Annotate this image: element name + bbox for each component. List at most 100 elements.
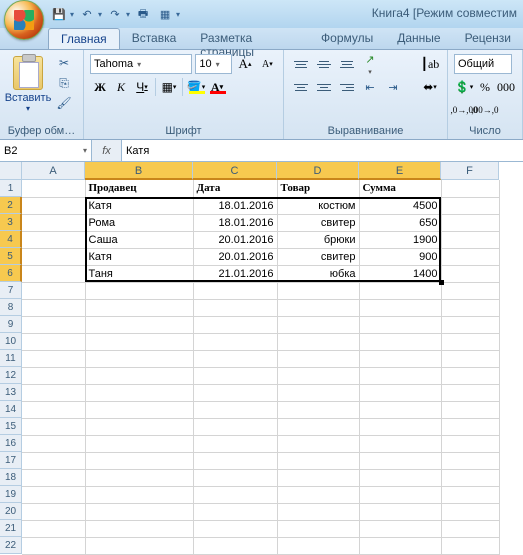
cell-F15[interactable] [441, 418, 499, 435]
cell-A2[interactable] [22, 197, 85, 214]
cell-E15[interactable] [359, 418, 441, 435]
cell-A5[interactable] [22, 248, 85, 265]
cell-F1[interactable] [441, 180, 499, 197]
cell-F18[interactable] [441, 469, 499, 486]
cell-D22[interactable] [277, 537, 359, 554]
row-header-3[interactable]: 3 [0, 214, 22, 231]
cell-B12[interactable] [85, 367, 193, 384]
cell-D8[interactable] [277, 299, 359, 316]
cell-F17[interactable] [441, 452, 499, 469]
row-header-7[interactable]: 7 [0, 282, 22, 299]
cell-A11[interactable] [22, 350, 85, 367]
tab-home[interactable]: Главная [48, 28, 120, 49]
cell-A15[interactable] [22, 418, 85, 435]
cell-F10[interactable] [441, 333, 499, 350]
number-format-combo[interactable]: Общий [454, 54, 512, 74]
cell-C18[interactable] [193, 469, 277, 486]
cell-F13[interactable] [441, 384, 499, 401]
cell-C3[interactable]: 18.01.2016 [193, 214, 277, 231]
row-header-19[interactable]: 19 [0, 486, 22, 503]
cell-C11[interactable] [193, 350, 277, 367]
cell-F7[interactable] [441, 282, 499, 299]
tab-layout[interactable]: Разметка страницы [188, 28, 309, 49]
cell-F19[interactable] [441, 486, 499, 503]
cell-A20[interactable] [22, 503, 85, 520]
cell-E6[interactable]: 1400 [359, 265, 441, 282]
align-right-icon[interactable] [336, 77, 358, 97]
wrap-text-icon[interactable]: ┃ab [416, 54, 444, 74]
cell-A8[interactable] [22, 299, 85, 316]
align-top-icon[interactable] [290, 54, 312, 74]
merge-center-icon[interactable]: ⬌▾ [416, 77, 444, 97]
cell-E10[interactable] [359, 333, 441, 350]
formula-bar[interactable]: Катя [122, 140, 523, 161]
row-header-4[interactable]: 4 [0, 231, 22, 248]
row-header-5[interactable]: 5 [0, 248, 22, 265]
cell-D2[interactable]: костюм [277, 197, 359, 214]
underline-button[interactable]: Ч▾ [132, 77, 152, 97]
cell-B16[interactable] [85, 435, 193, 452]
align-middle-icon[interactable] [313, 54, 335, 74]
increase-indent-icon[interactable]: ⇥ [382, 77, 404, 97]
cell-F5[interactable] [441, 248, 499, 265]
cell-A14[interactable] [22, 401, 85, 418]
cell-C10[interactable] [193, 333, 277, 350]
cell-D3[interactable]: свитер [277, 214, 359, 231]
row-header-1[interactable]: 1 [0, 180, 22, 197]
cell-A22[interactable] [22, 537, 85, 554]
cell-B19[interactable] [85, 486, 193, 503]
cell-E9[interactable] [359, 316, 441, 333]
row-header-12[interactable]: 12 [0, 367, 22, 384]
cell-A4[interactable] [22, 231, 85, 248]
cell-A3[interactable] [22, 214, 85, 231]
cell-F11[interactable] [441, 350, 499, 367]
align-bottom-icon[interactable] [336, 54, 358, 74]
cell-B14[interactable] [85, 401, 193, 418]
cell-E19[interactable] [359, 486, 441, 503]
cell-E8[interactable] [359, 299, 441, 316]
col-header-B[interactable]: B [85, 162, 193, 180]
cell-E20[interactable] [359, 503, 441, 520]
cell-B2[interactable]: Катя [85, 197, 193, 214]
shrink-font-icon[interactable]: A▾ [258, 54, 277, 74]
cell-C20[interactable] [193, 503, 277, 520]
row-header-17[interactable]: 17 [0, 452, 22, 469]
cell-A7[interactable] [22, 282, 85, 299]
col-header-A[interactable]: A [22, 162, 85, 180]
cell-D12[interactable] [277, 367, 359, 384]
row-header-13[interactable]: 13 [0, 384, 22, 401]
cell-C22[interactable] [193, 537, 277, 554]
undo-icon[interactable]: ↶ [78, 5, 96, 23]
cell-E13[interactable] [359, 384, 441, 401]
cell-B13[interactable] [85, 384, 193, 401]
fill-handle[interactable] [439, 280, 444, 285]
cell-D15[interactable] [277, 418, 359, 435]
cell-C13[interactable] [193, 384, 277, 401]
cell-B9[interactable] [85, 316, 193, 333]
cell-E22[interactable] [359, 537, 441, 554]
cell-D20[interactable] [277, 503, 359, 520]
italic-button[interactable]: К [111, 77, 131, 97]
comma-format-icon[interactable]: 000 [496, 77, 516, 97]
cell-F3[interactable] [441, 214, 499, 231]
border-button[interactable]: ▦▾ [159, 77, 179, 97]
select-all-corner[interactable] [0, 162, 22, 180]
preview-icon[interactable]: ▦ [156, 5, 174, 23]
cell-F8[interactable] [441, 299, 499, 316]
cell-F20[interactable] [441, 503, 499, 520]
col-header-D[interactable]: D [277, 162, 359, 180]
cell-E4[interactable]: 1900 [359, 231, 441, 248]
font-color-button[interactable]: A▾ [207, 77, 227, 97]
tab-formulas[interactable]: Формулы [309, 28, 385, 49]
row-header-11[interactable]: 11 [0, 350, 22, 367]
cell-B5[interactable]: Катя [85, 248, 193, 265]
row-header-16[interactable]: 16 [0, 435, 22, 452]
cell-C1[interactable]: Дата [193, 180, 277, 197]
row-header-14[interactable]: 14 [0, 401, 22, 418]
format-painter-icon[interactable]: 🖌 [54, 94, 74, 112]
cell-B1[interactable]: Продавец [85, 180, 193, 197]
cell-A13[interactable] [22, 384, 85, 401]
cell-B22[interactable] [85, 537, 193, 554]
row-header-18[interactable]: 18 [0, 469, 22, 486]
cell-D10[interactable] [277, 333, 359, 350]
